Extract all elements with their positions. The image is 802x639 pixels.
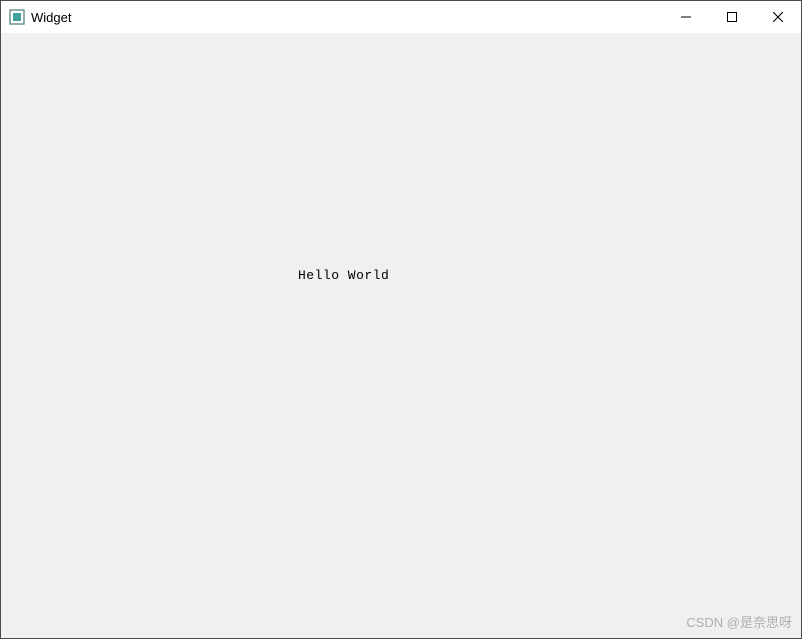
window-title: Widget — [31, 10, 71, 25]
qt-app-icon — [9, 9, 25, 25]
close-icon — [773, 12, 783, 22]
close-button[interactable] — [755, 1, 801, 33]
app-window: Widget Hello World — [0, 0, 802, 639]
minimize-button[interactable] — [663, 1, 709, 33]
window-controls — [663, 1, 801, 33]
titlebar-left: Widget — [1, 9, 71, 25]
client-area: Hello World — [1, 33, 801, 638]
maximize-button[interactable] — [709, 1, 755, 33]
minimize-icon — [681, 12, 691, 22]
hello-label: Hello World — [298, 268, 389, 283]
titlebar[interactable]: Widget — [1, 1, 801, 33]
maximize-icon — [727, 12, 737, 22]
